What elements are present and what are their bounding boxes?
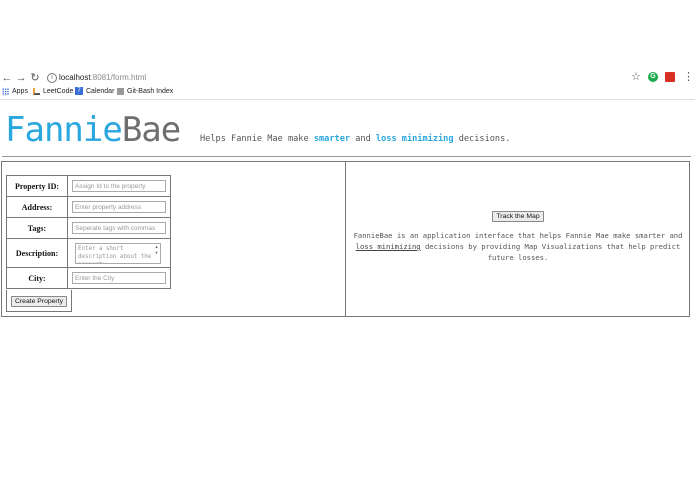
tags-label: Tags: — [6, 217, 68, 239]
apps-grid-icon[interactable] — [2, 88, 9, 95]
bookmark-git-bash-index[interactable]: Git-Bash Index — [127, 87, 173, 97]
form-row-property-id: Property ID: — [6, 175, 171, 197]
property-id-input[interactable] — [72, 180, 166, 192]
property-form: Property ID: Address: Tags: Description:… — [6, 175, 171, 289]
tagline-loss-minimizing: loss minimizing — [375, 134, 454, 144]
bookmark-apps[interactable]: Apps — [12, 87, 28, 97]
pdf-extension-icon[interactable] — [665, 72, 675, 82]
tagline-pre: Helps Fannie Mae make — [200, 134, 314, 144]
panel-divider — [345, 161, 346, 317]
brand-fannie: Fannie — [5, 110, 123, 150]
app-description: FannieBae is an application interface th… — [352, 230, 684, 263]
bookmark-calendar[interactable]: Calendar — [86, 87, 114, 97]
page-icon — [117, 88, 124, 95]
form-row-tags: Tags: — [6, 217, 171, 239]
bookmark-star-icon[interactable]: ☆ — [631, 71, 641, 83]
bookmark-leetcode[interactable]: LeetCode — [43, 87, 73, 97]
calendar-icon: 7 — [75, 87, 83, 95]
brand-logo: FannieBae — [5, 109, 181, 151]
property-id-label: Property ID: — [6, 175, 68, 197]
form-row-description: Description: ▲▼ — [6, 238, 171, 268]
address-label: Address: — [6, 196, 68, 218]
tagline-smarter: smarter — [313, 134, 351, 144]
app-description-pre: FannieBae is an application interface th… — [353, 231, 683, 240]
tagline-post: decisions. — [453, 134, 511, 144]
url-path: :8081/form.html — [90, 73, 147, 82]
reload-icon[interactable]: ↻ — [29, 72, 41, 84]
address-input[interactable] — [72, 201, 166, 213]
header-divider — [2, 156, 691, 157]
description-wrapper: ▲▼ — [75, 243, 161, 264]
grammarly-extension-icon[interactable]: G — [648, 72, 658, 82]
tagline-mid: and — [350, 134, 376, 144]
url-host: localhost — [59, 73, 91, 82]
info-icon[interactable]: i — [47, 73, 57, 83]
leetcode-icon — [33, 88, 40, 95]
tags-input[interactable] — [72, 222, 166, 234]
app-description-post: decisions by providing Map Visualization… — [420, 242, 681, 262]
tagline: Helps Fannie Mae make smarter and loss m… — [200, 133, 510, 145]
kebab-menu-icon[interactable]: ⋮ — [683, 71, 694, 83]
city-label: City: — [6, 267, 68, 289]
create-property-button[interactable]: Create Property — [11, 296, 67, 307]
track-the-map-button[interactable]: Track the Map — [492, 211, 544, 222]
description-textarea[interactable] — [75, 243, 161, 264]
city-input[interactable] — [72, 272, 166, 284]
forward-arrow-icon[interactable]: → — [15, 72, 27, 84]
description-label: Description: — [6, 238, 68, 268]
form-row-address: Address: — [6, 196, 171, 218]
form-row-city: City: — [6, 267, 171, 289]
back-arrow-icon[interactable]: ← — [1, 72, 13, 84]
brand-bae: Bae — [121, 110, 181, 150]
url-text[interactable]: localhost:8081/form.html — [59, 72, 146, 84]
textarea-scroll-arrows-icon[interactable]: ▲ ▼ — [154, 244, 159, 262]
loss-minimizing-link[interactable]: loss minimizing — [356, 242, 421, 251]
